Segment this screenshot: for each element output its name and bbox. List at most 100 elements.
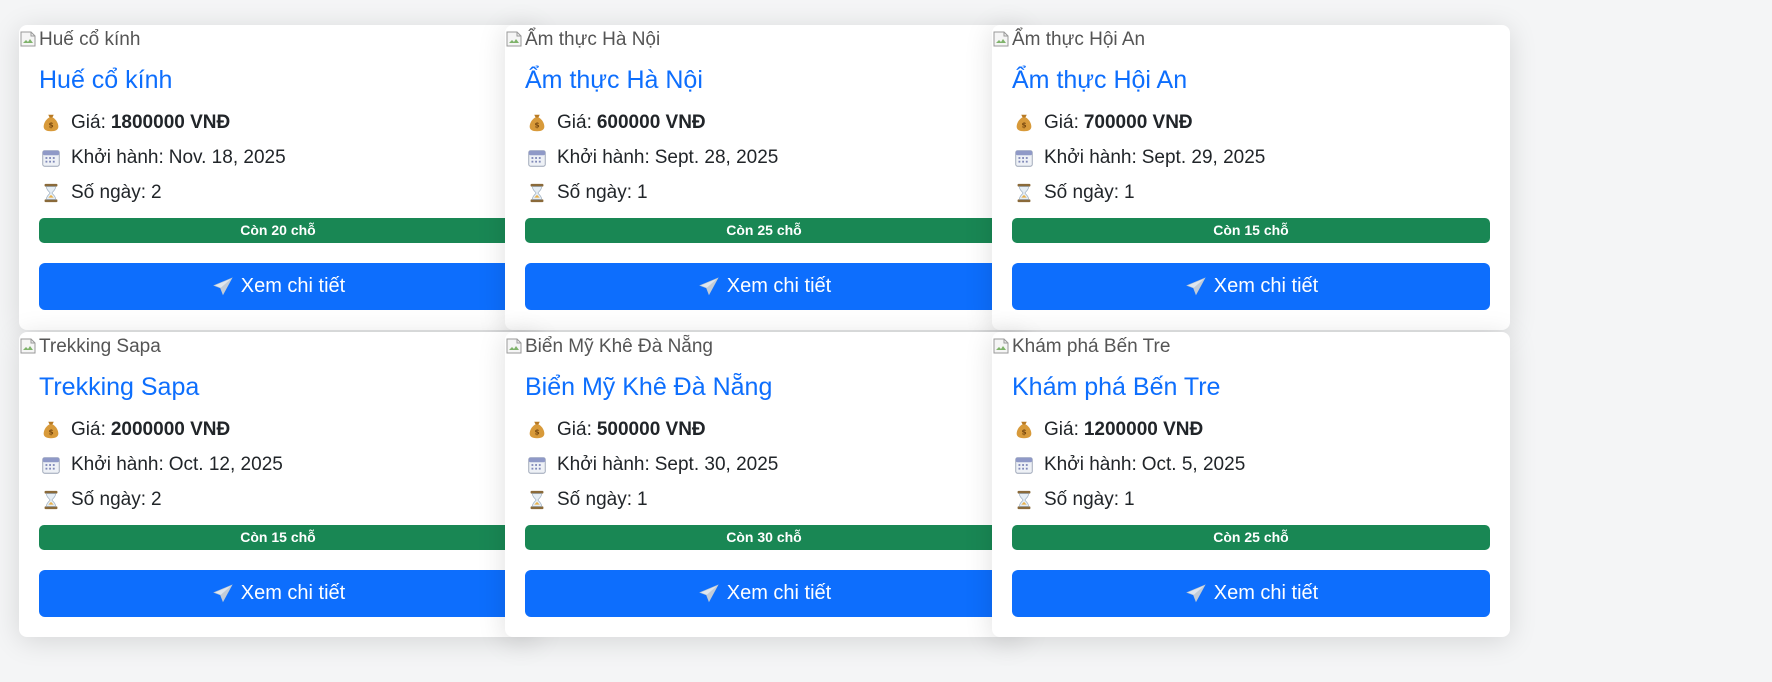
svg-text:$: $ <box>48 120 53 129</box>
days-value: 1 <box>1124 489 1135 510</box>
tour-price: $ Giá: 500000 VNĐ <box>525 412 1003 447</box>
price-label: Giá: <box>1044 112 1079 133</box>
broken-image-icon <box>993 338 1009 354</box>
money-bag-icon: $ <box>39 418 63 442</box>
tour-days: Số ngày: 2 <box>39 482 517 517</box>
tour-image[interactable]: Biển Mỹ Khê Đà Nẵng <box>505 332 1023 362</box>
tour-card: Ẩm thực Hội An Ẩm thực Hội An $ Giá: 7000… <box>992 25 1510 330</box>
broken-image-icon <box>993 31 1009 47</box>
svg-text:$: $ <box>534 427 539 436</box>
price-label: Giá: <box>71 112 106 133</box>
tour-card: Trekking Sapa Trekking Sapa $ Giá: 200000… <box>19 332 537 637</box>
days-value: 2 <box>151 489 162 510</box>
price-value: 2000000 VNĐ <box>110 419 231 440</box>
tour-title[interactable]: Biển Mỹ Khê Đà Nẵng <box>525 370 1003 412</box>
tour-title[interactable]: Khám phá Bến Tre <box>1012 370 1490 412</box>
days-label: Số ngày: <box>557 182 632 203</box>
tour-image[interactable]: Ẩm thực Hội An <box>992 25 1510 55</box>
calendar-icon <box>525 453 549 477</box>
tour-price: $ Giá: 1200000 VNĐ <box>1012 412 1490 447</box>
view-detail-button[interactable]: Xem chi tiết <box>1012 570 1490 617</box>
calendar-icon <box>39 146 63 170</box>
seats-badge: Còn 30 chỗ <box>525 525 1003 550</box>
tour-grid: Huế cổ kính Huế cổ kính $ Giá: 1800000 VN… <box>0 0 1772 682</box>
tour-title[interactable]: Trekking Sapa <box>39 370 517 412</box>
tour-departure: Khởi hành: Oct. 5, 2025 <box>1012 447 1490 482</box>
seats-badge: Còn 25 chỗ <box>525 218 1003 243</box>
days-label: Số ngày: <box>557 489 632 510</box>
airplane-icon <box>698 276 719 295</box>
tour-image-alt: Ẩm thực Hội An <box>1012 29 1146 50</box>
tour-image[interactable]: Huế cổ kính <box>19 25 537 55</box>
view-detail-button[interactable]: Xem chi tiết <box>1012 263 1490 310</box>
hourglass-icon <box>525 488 549 512</box>
broken-image-icon <box>20 338 36 354</box>
view-detail-button[interactable]: Xem chi tiết <box>39 570 517 617</box>
tour-price: $ Giá: 1800000 VNĐ <box>39 105 517 140</box>
tour-image-alt: Huế cổ kính <box>39 29 141 50</box>
money-bag-icon: $ <box>525 418 549 442</box>
view-detail-label: Xem chi tiết <box>240 275 346 297</box>
price-label: Giá: <box>557 112 592 133</box>
svg-text:$: $ <box>1021 427 1026 436</box>
tour-price: $ Giá: 2000000 VNĐ <box>39 412 517 447</box>
days-value: 2 <box>151 182 162 203</box>
tour-title[interactable]: Ẩm thực Hội An <box>1012 63 1490 105</box>
airplane-icon <box>1185 583 1206 602</box>
tour-title[interactable]: Huế cổ kính <box>39 63 517 105</box>
tour-image-alt: Biển Mỹ Khê Đà Nẵng <box>525 336 713 357</box>
view-detail-button[interactable]: Xem chi tiết <box>525 263 1003 310</box>
tour-image-alt: Ẩm thực Hà Nội <box>525 29 661 50</box>
airplane-icon <box>212 276 233 295</box>
view-detail-label: Xem chi tiết <box>240 582 346 604</box>
view-detail-label: Xem chi tiết <box>726 275 832 297</box>
price-value: 700000 VNĐ <box>1083 112 1193 133</box>
days-value: 1 <box>637 489 648 510</box>
money-bag-icon: $ <box>1012 418 1036 442</box>
tour-departure: Khởi hành: Nov. 18, 2025 <box>39 140 517 175</box>
tour-days: Số ngày: 1 <box>525 482 1003 517</box>
view-detail-label: Xem chi tiết <box>1213 275 1319 297</box>
price-value: 1200000 VNĐ <box>1083 419 1204 440</box>
days-label: Số ngày: <box>1044 489 1119 510</box>
tour-card: Huế cổ kính Huế cổ kính $ Giá: 1800000 VN… <box>19 25 537 330</box>
tour-title[interactable]: Ẩm thực Hà Nội <box>525 63 1003 105</box>
calendar-icon <box>525 146 549 170</box>
tour-image[interactable]: Khám phá Bến Tre <box>992 332 1510 362</box>
tour-image[interactable]: Ẩm thực Hà Nội <box>505 25 1023 55</box>
airplane-icon <box>1185 276 1206 295</box>
svg-text:$: $ <box>48 427 53 436</box>
calendar-icon <box>1012 453 1036 477</box>
svg-text:$: $ <box>1021 120 1026 129</box>
money-bag-icon: $ <box>1012 111 1036 135</box>
view-detail-button[interactable]: Xem chi tiết <box>39 263 517 310</box>
airplane-icon <box>212 583 233 602</box>
days-label: Số ngày: <box>71 182 146 203</box>
departure-label: Khởi hành: <box>557 454 650 475</box>
departure-label: Khởi hành: <box>557 147 650 168</box>
view-detail-label: Xem chi tiết <box>1213 582 1319 604</box>
money-bag-icon: $ <box>39 111 63 135</box>
departure-value: Sept. 28, 2025 <box>654 147 779 168</box>
seats-badge: Còn 20 chỗ <box>39 218 517 243</box>
departure-label: Khởi hành: <box>1044 454 1137 475</box>
seats-badge: Còn 25 chỗ <box>1012 525 1490 550</box>
departure-value: Oct. 12, 2025 <box>168 454 283 475</box>
svg-text:$: $ <box>534 120 539 129</box>
tour-image[interactable]: Trekking Sapa <box>19 332 537 362</box>
tour-departure: Khởi hành: Sept. 29, 2025 <box>1012 140 1490 175</box>
view-detail-button[interactable]: Xem chi tiết <box>525 570 1003 617</box>
tour-card: Khám phá Bến Tre Khám phá Bến Tre $ Giá:… <box>992 332 1510 637</box>
price-value: 600000 VNĐ <box>596 112 706 133</box>
departure-value: Sept. 29, 2025 <box>1141 147 1266 168</box>
money-bag-icon: $ <box>525 111 549 135</box>
departure-label: Khởi hành: <box>71 147 164 168</box>
airplane-icon <box>698 583 719 602</box>
hourglass-icon <box>525 181 549 205</box>
days-value: 1 <box>637 182 648 203</box>
departure-label: Khởi hành: <box>1044 147 1137 168</box>
hourglass-icon <box>39 181 63 205</box>
seats-badge: Còn 15 chỗ <box>1012 218 1490 243</box>
calendar-icon <box>1012 146 1036 170</box>
tour-image-alt: Trekking Sapa <box>39 336 161 357</box>
